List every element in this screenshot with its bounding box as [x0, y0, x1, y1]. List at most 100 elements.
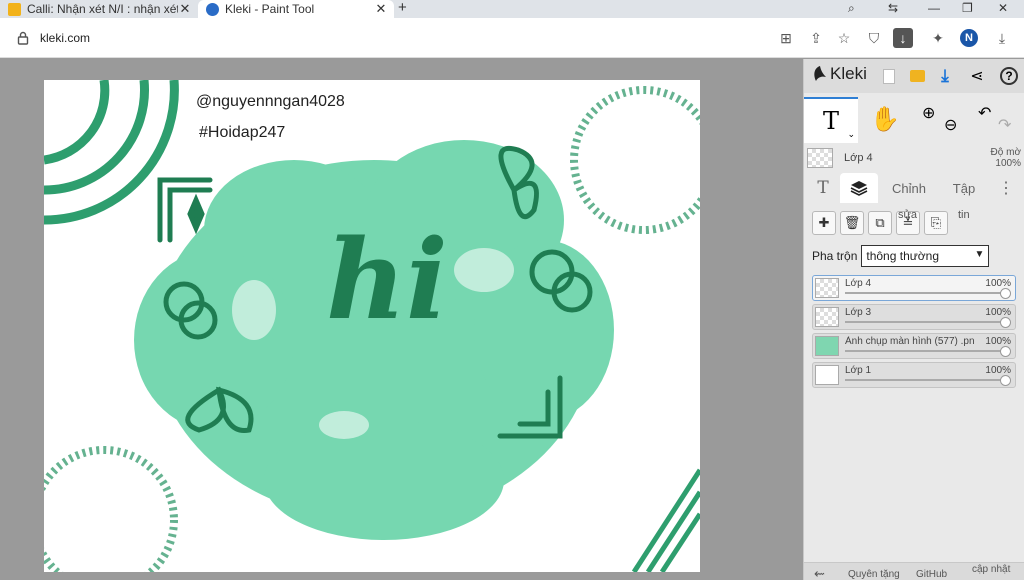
layer-name: Ảnh chụp màn hình (577) .pn	[845, 336, 975, 347]
tab-strip: Calli: Nhận xét N/I : nhận xét ✕ Kleki -…	[0, 0, 1024, 18]
address-bar[interactable]: kleki.com	[6, 24, 766, 52]
layer-item[interactable]: Lớp 1 100%	[812, 362, 1016, 388]
slider-knob[interactable]	[1000, 288, 1011, 299]
kleki-logo-icon	[814, 66, 826, 81]
download-icon[interactable]: ↓	[893, 28, 913, 48]
layer-thumbnail	[815, 365, 839, 385]
tab-title: Kleki - Paint Tool	[225, 2, 315, 16]
add-layer-button[interactable]: ✚	[812, 211, 836, 235]
rename-layer-button[interactable]: ⎘	[924, 211, 948, 235]
open-folder-icon[interactable]	[906, 65, 928, 87]
downloads-icon[interactable]: ⤓	[992, 28, 1012, 48]
url-text: kleki.com	[40, 31, 91, 45]
layer-opacity-slider[interactable]	[845, 292, 1009, 294]
close-icon[interactable]: ✕	[178, 1, 192, 17]
redo-icon[interactable]: ↷	[998, 115, 1011, 135]
browser-tab-kleki[interactable]: Kleki - Paint Tool ✕	[198, 0, 394, 18]
layer-name: Lớp 3	[845, 307, 872, 318]
shield-icon[interactable]: ⛉	[864, 28, 884, 48]
opacity-value: 100%	[995, 158, 1021, 169]
edit-label: sửa	[898, 209, 917, 221]
blend-label: Pha trộn	[812, 249, 858, 263]
current-layer-name: Lớp 4	[844, 152, 873, 164]
panel-footer: ⇜ Quyên tặng GitHub cập nhật	[804, 562, 1024, 580]
tab-title: Calli: Nhận xét N/I : nhận xét	[27, 2, 178, 16]
browser-tab-calli[interactable]: Calli: Nhận xét N/I : nhận xét ✕	[0, 0, 198, 18]
hand-tool-icon[interactable]: ✋	[870, 105, 900, 134]
blend-mode-select[interactable]: thông thường ▼	[861, 245, 990, 267]
center-lettering: hi	[326, 215, 448, 344]
kleki-side-panel: Kleki ⤓ ⋖ ? T ⌄ ✋ ⊕ ⊖ ↶ ↷ Lớp 4 Độ mờ 100…	[803, 59, 1024, 580]
new-tab-button[interactable]: +	[398, 0, 407, 16]
tool-row: T ⌄ ✋ ⊕ ⊖ ↶ ↷	[804, 97, 1024, 143]
text-tool-button[interactable]: T ⌄	[804, 97, 858, 143]
layer-opacity-slider[interactable]	[845, 321, 1009, 323]
panel-header: Kleki ⤓ ⋖ ?	[804, 59, 1024, 93]
corner-arcs	[44, 80, 179, 225]
avatar[interactable]: N	[960, 29, 978, 47]
layer-item[interactable]: Lớp 4 100%	[812, 275, 1016, 301]
kleki-favicon-icon	[206, 2, 219, 16]
zoom-in-icon[interactable]: ⊕	[922, 103, 935, 123]
corner-lines	[631, 468, 700, 572]
save-download-icon[interactable]: ⤓	[934, 65, 956, 87]
info-label: tin	[958, 209, 970, 221]
wreath-bottom-left	[44, 446, 178, 572]
browser-toolbar: kleki.com ⊞ ⇪ ☆ ⛉ ↓ ✦ N ⤓	[0, 18, 1024, 58]
close-icon[interactable]: ✕	[374, 1, 388, 17]
window-close-icon[interactable]: ✕	[998, 0, 1008, 16]
back-arrow-icon[interactable]: ⇜	[814, 566, 825, 580]
blend-mode-row: Pha trộn thông thường ▼	[812, 245, 1017, 267]
layer-thumbnail	[815, 307, 839, 327]
layer-name: Lớp 4	[845, 278, 872, 289]
translate-icon[interactable]: ⊞	[776, 28, 796, 48]
tab-text[interactable]: T	[808, 173, 838, 203]
more-icon[interactable]: ⋮	[996, 173, 1016, 203]
tab-layers[interactable]	[840, 173, 878, 203]
delete-layer-button[interactable]: 🗑	[840, 211, 864, 235]
wreath-top-right	[570, 86, 700, 234]
slider-knob[interactable]	[1000, 317, 1011, 328]
tab-search-icon[interactable]: ⌕	[848, 0, 855, 16]
new-image-icon[interactable]	[878, 65, 900, 87]
layer-item[interactable]: Ảnh chụp màn hình (577) .pn 100%	[812, 333, 1016, 359]
panel-tabs: T Chỉnh Tập ⋮	[804, 173, 1024, 203]
zoom-out-icon[interactable]: ⊖	[944, 115, 957, 135]
duplicate-layer-button[interactable]: ⧉	[868, 211, 892, 235]
share-icon[interactable]: ⋖	[966, 65, 988, 87]
layer-opacity-slider[interactable]	[845, 350, 1009, 352]
slider-knob[interactable]	[1000, 375, 1011, 386]
logo-text: Kleki	[830, 64, 867, 83]
donate-link[interactable]: Quyên tặng	[848, 569, 900, 580]
layer-item[interactable]: Lớp 3 100%	[812, 304, 1016, 330]
layer-thumbnail	[815, 336, 839, 356]
extensions-icon[interactable]: ✦	[928, 28, 948, 48]
drawing-canvas[interactable]: @nguyennngan4028 #Hoidap247 hi	[44, 80, 700, 572]
chevron-down-icon: ▼	[974, 249, 985, 260]
tab-adjust[interactable]: Chỉnh	[886, 173, 932, 203]
chevron-down-icon[interactable]: ⌄	[847, 130, 855, 140]
opacity-label: Độ mờ	[990, 147, 1021, 158]
calli-favicon-icon	[8, 2, 21, 16]
tab-file[interactable]: Tập	[944, 173, 984, 203]
restore-icon[interactable]: ❐	[962, 0, 973, 16]
layer-actions: ✚ 🗑 ⧉ ≚ ⎘ sửa tin	[804, 209, 1024, 239]
layer-thumbnail	[807, 148, 833, 168]
layer-thumbnail	[815, 278, 839, 298]
layers-icon	[850, 181, 868, 196]
layer-name: Lớp 1	[845, 365, 872, 376]
help-icon[interactable]: ?	[998, 65, 1020, 87]
hashtag-text: #Hoidap247	[199, 124, 286, 141]
minimize-icon[interactable]: —	[928, 0, 940, 16]
star-icon[interactable]: ☆	[834, 28, 854, 48]
undo-icon[interactable]: ↶	[978, 103, 991, 123]
share-icon[interactable]: ⇪	[806, 28, 826, 48]
update-link[interactable]: cập nhật	[972, 564, 1010, 575]
slider-knob[interactable]	[1000, 346, 1011, 357]
blend-value: thông thường	[866, 249, 939, 263]
handle-text: @nguyennngan4028	[196, 93, 345, 110]
lock-icon	[17, 31, 29, 45]
github-link[interactable]: GitHub	[916, 569, 947, 580]
layer-opacity-slider[interactable]	[845, 379, 1009, 381]
sync-icon[interactable]: ⇆	[888, 0, 898, 16]
